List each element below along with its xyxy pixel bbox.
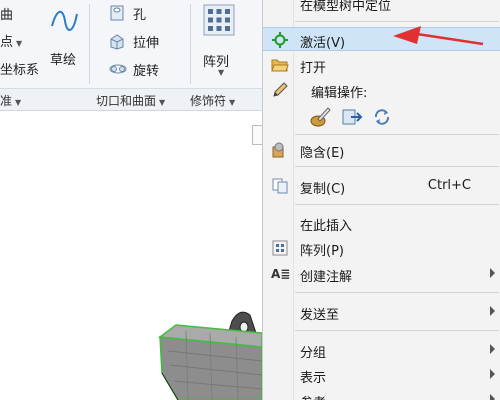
menu-item-copy[interactable]: 复制(C) Ctrl+C [263, 174, 500, 198]
menu-item-label: 创建注解 [300, 270, 353, 285]
ribbon-curve-label[interactable]: 曲 [0, 4, 13, 23]
menu-item-reference[interactable]: 参考 [263, 388, 500, 400]
chevron-down-icon: ▼ [159, 98, 166, 107]
ribbon-group-bar: 准 ▼ 切口和曲面 ▼ 修饰符 ▼ [0, 88, 262, 110]
menu-item-label: 编辑操作: [311, 86, 368, 101]
menu-separator [295, 166, 499, 167]
menu-separator [295, 330, 499, 331]
menu-item-suppress[interactable]: 隐含(E) [263, 138, 500, 162]
edit-ops-icon-row [309, 106, 409, 130]
menu-item-locate-in-tree[interactable]: 在模型树中定位 [263, 0, 500, 15]
model-part[interactable] [0, 111, 262, 400]
sketch-icon [51, 10, 78, 31]
group-datum[interactable]: 准 ▼ [0, 92, 21, 109]
menu-separator [295, 292, 499, 293]
menu-item-open[interactable]: 打开 [263, 53, 500, 77]
menu-item-edit-operations: 编辑操作: [263, 78, 500, 102]
pencil-icon [273, 82, 288, 97]
point-label: 点 [0, 35, 14, 50]
pattern-grid-icon [203, 4, 235, 36]
pattern-icon [272, 240, 288, 256]
group-modifier-label: 修饰符 [190, 94, 227, 108]
folder-open-icon [271, 59, 289, 72]
menu-separator [295, 21, 499, 22]
menu-item-label: 隐含(E) [300, 146, 345, 161]
hole-label: 孔 [133, 8, 147, 23]
menu-item-create-annotation[interactable]: A≣ 创建注解 [263, 262, 500, 286]
ribbon-divider [190, 4, 191, 84]
menu-item-label: 在模型树中定位 [300, 0, 392, 14]
annotation-icon: A≣ [271, 267, 291, 281]
menu-item-label: 参考 [300, 392, 326, 400]
menu-item-label: 发送至 [300, 308, 340, 323]
menu-separator [295, 204, 499, 205]
menu-item-shortcut: Ctrl+C [427, 178, 471, 193]
menu-separator [295, 134, 499, 135]
menu-item-represent[interactable]: 表示 [263, 363, 500, 387]
chevron-down-icon: ▼ [16, 39, 23, 48]
sketch-button[interactable]: 草绘 [44, 4, 84, 74]
red-arrow-annotation [393, 26, 484, 46]
edit-regenerate-icon[interactable] [371, 106, 393, 128]
activate-crosshair-icon [272, 32, 288, 48]
menu-item-label: 表示 [300, 371, 327, 386]
submenu-arrow-icon [490, 369, 495, 379]
pattern-button[interactable]: 阵列 ▼ [198, 4, 242, 80]
edit-definition-icon[interactable] [309, 106, 331, 128]
menu-item-insert-here[interactable]: 在此插入 [263, 211, 500, 235]
menu-item-label: 复制(C) [300, 182, 346, 197]
pattern-label: 阵列 [203, 55, 230, 70]
ribbon-point-button[interactable]: 点 ▼ [0, 31, 22, 50]
hole-icon [110, 5, 124, 21]
ribbon-divider [89, 4, 90, 84]
submenu-arrow-icon [490, 306, 495, 316]
submenu-arrow-icon [490, 344, 495, 354]
menu-item-group[interactable]: 分组 [263, 338, 500, 362]
chevron-down-icon: ▼ [218, 68, 225, 77]
extrude-label: 拉伸 [133, 36, 160, 51]
menu-item-pattern[interactable]: 阵列(P) [263, 236, 500, 260]
extrude-icon [110, 34, 124, 50]
group-modifier[interactable]: 修饰符 ▼ [190, 92, 235, 109]
chevron-down-icon: ▼ [229, 98, 236, 107]
edit-references-icon[interactable] [341, 106, 363, 128]
model-viewport[interactable] [0, 111, 262, 400]
ribbon: 曲 点 ▼ 坐标系 草绘 孔 拉伸 旋转 阵列 ▼ 准 ▼ 切口和曲面 ▼ 修饰… [0, 0, 262, 111]
sketch-label: 草绘 [50, 53, 77, 68]
menu-item-label: 阵列(P) [300, 244, 344, 259]
group-cut-surface-label: 切口和曲面 [96, 94, 157, 108]
ribbon-coordsys-button[interactable]: 坐标系 [0, 59, 39, 78]
suppress-icon [272, 142, 284, 158]
revolve-label: 旋转 [133, 64, 160, 79]
chevron-down-icon: ▼ [15, 98, 22, 107]
context-menu: 在模型树中定位 激活(V) 打开 编辑操作: 隐含(E) 复制(C) Ctrl+… [262, 0, 500, 400]
submenu-arrow-icon [490, 268, 495, 278]
submenu-arrow-icon [490, 394, 495, 400]
menu-item-label: 打开 [300, 61, 327, 76]
menu-item-label: 在此插入 [300, 219, 353, 234]
menu-item-send-to[interactable]: 发送至 [263, 300, 500, 324]
menu-item-label: 激活(V) [300, 36, 346, 51]
revolve-icon [109, 64, 127, 74]
menu-item-label: 分组 [300, 346, 327, 361]
group-datum-label: 准 [0, 94, 13, 108]
group-cut-surface[interactable]: 切口和曲面 ▼ [96, 92, 165, 109]
copy-icon [272, 178, 288, 194]
